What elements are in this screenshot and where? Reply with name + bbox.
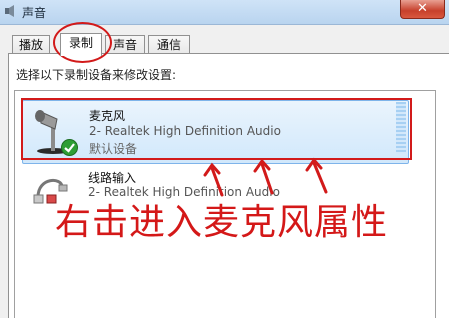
annotation-text: 右击进入麦克风属性 <box>55 202 389 243</box>
sound-dialog: 声音 ✕ 播放 录制 声音 通信 选择以下录制设备来修改设置: 麦克风 2- R… <box>0 0 449 318</box>
tab-recording[interactable]: 录制 <box>60 33 102 56</box>
